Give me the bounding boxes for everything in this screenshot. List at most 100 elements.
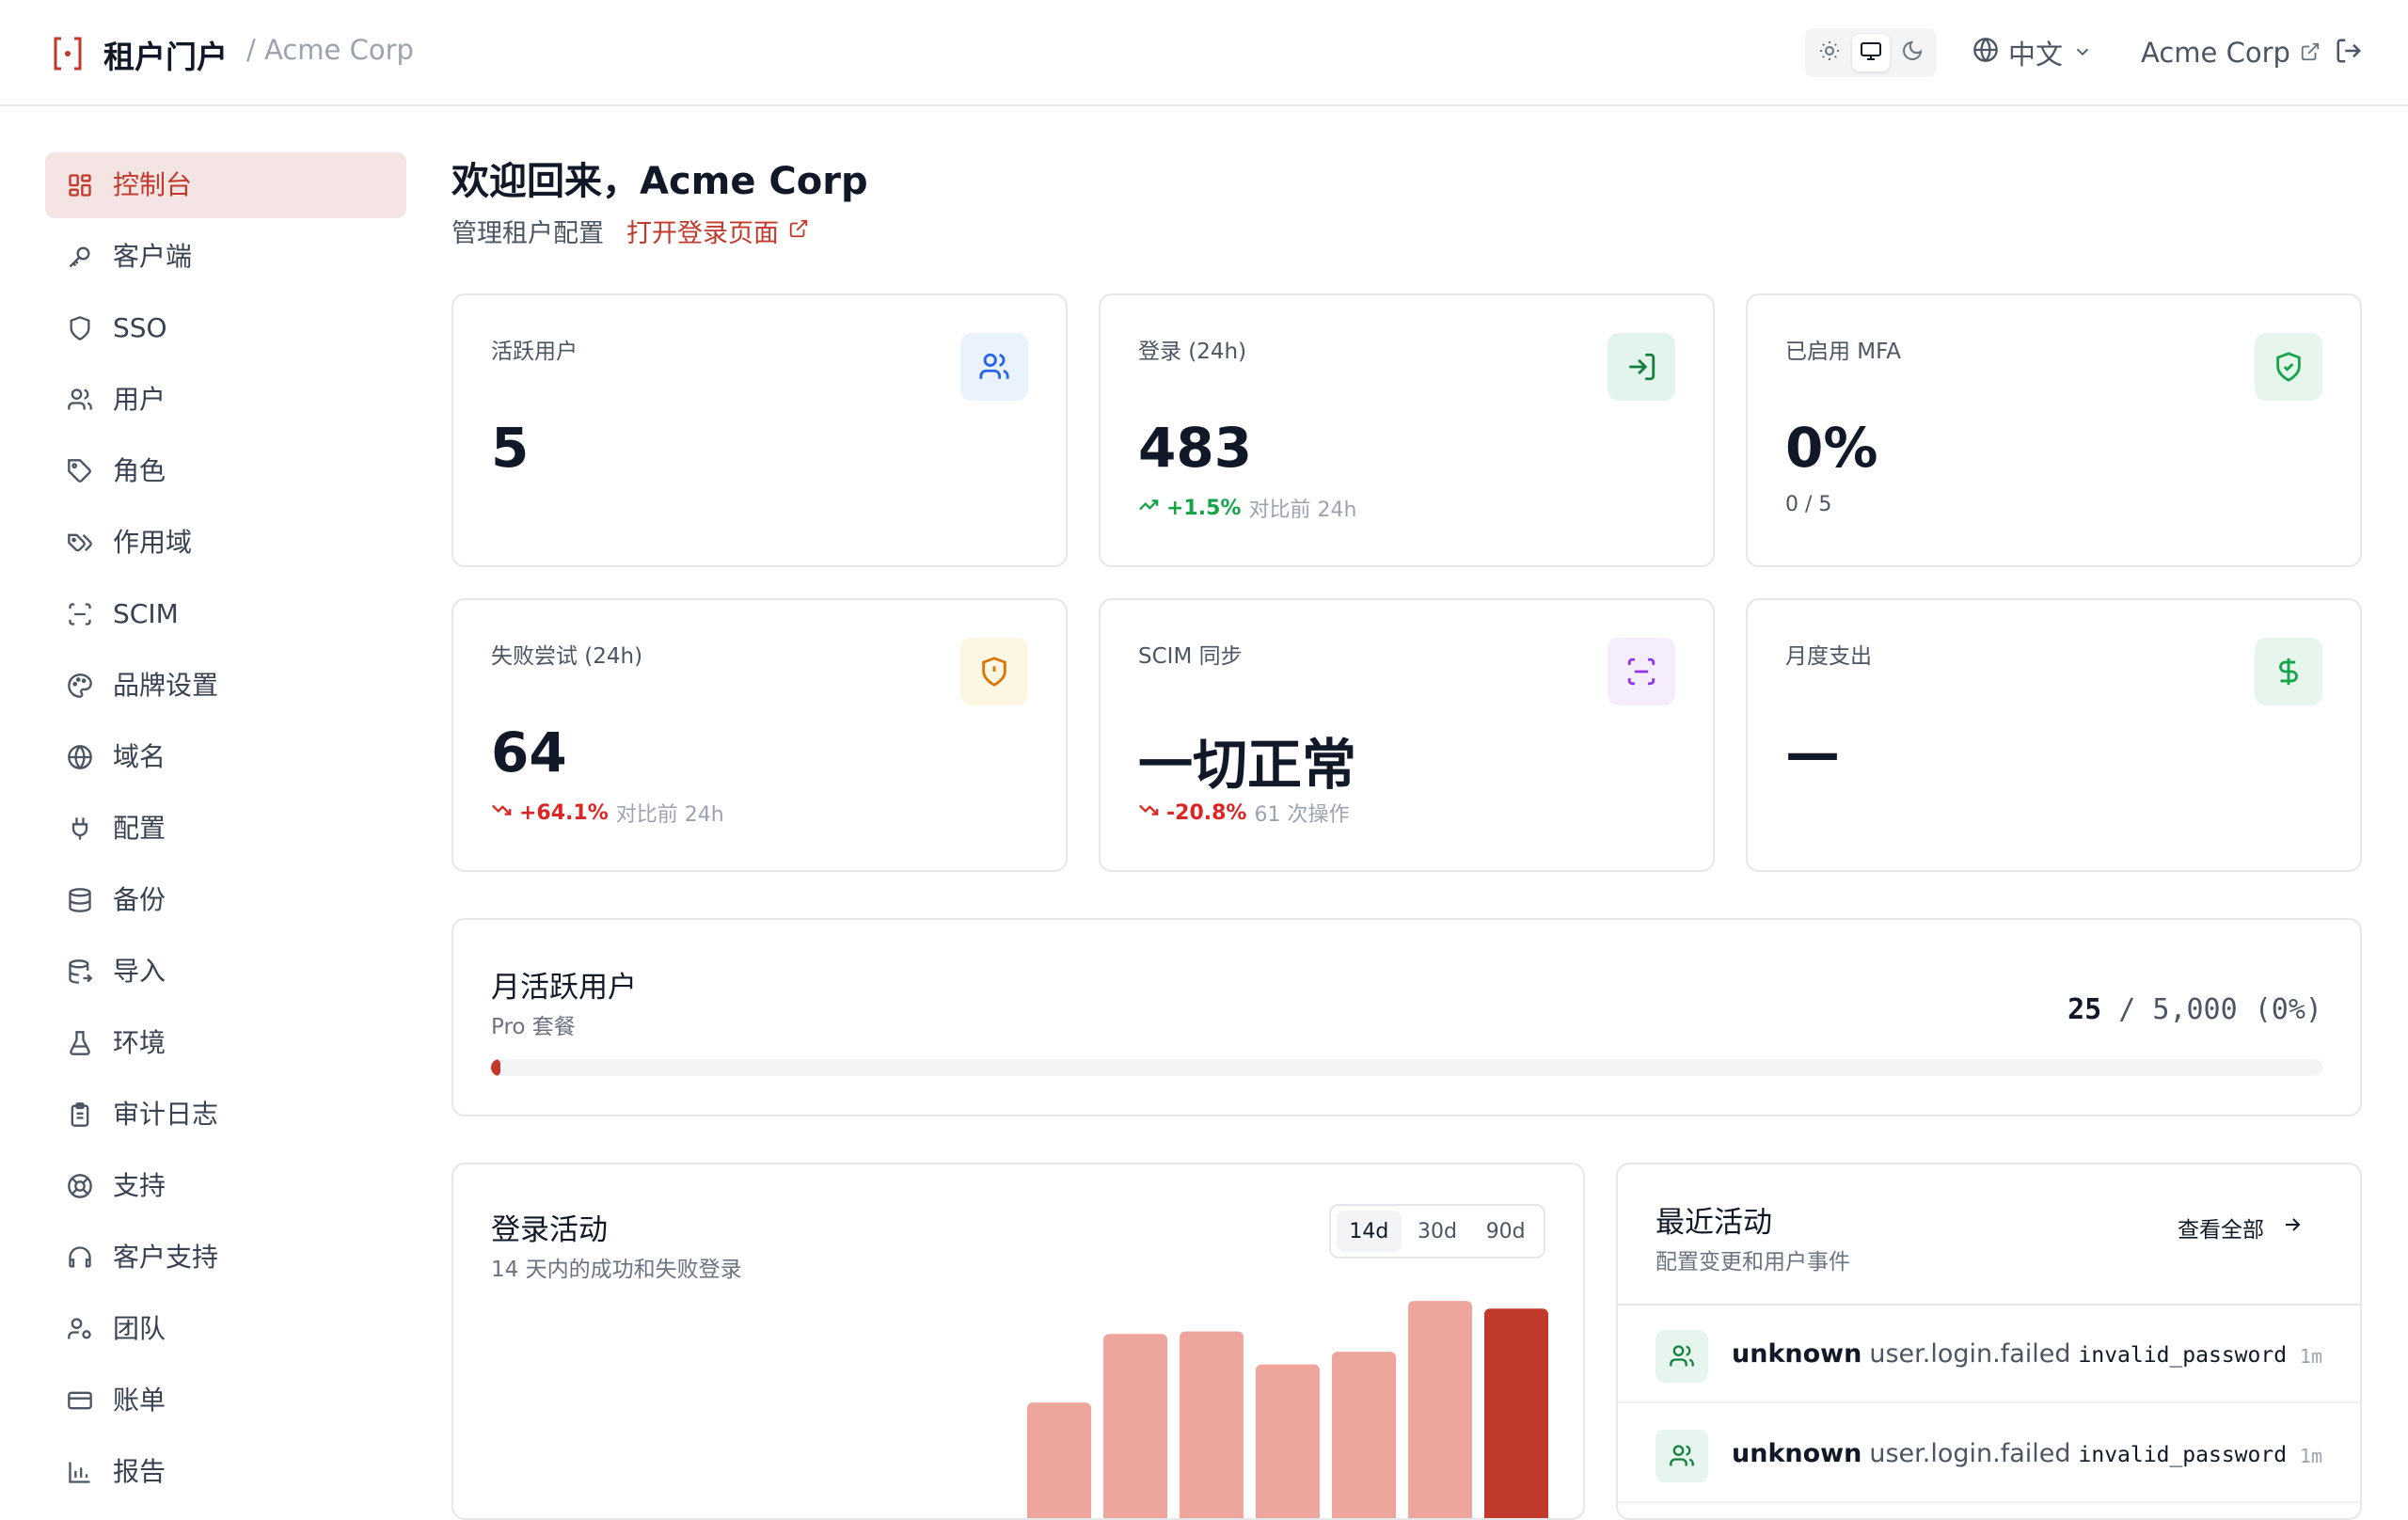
stat-label: 活跃用户 <box>491 333 578 365</box>
range-tabs: 14d 30d 90d <box>1329 1204 1545 1259</box>
sidebar-item-users[interactable]: 用户 <box>45 367 406 433</box>
chart-bar <box>1332 1352 1396 1520</box>
view-all-link[interactable]: 查看全部 <box>2178 1211 2304 1243</box>
stat-trend: -20.8% 61 次操作 <box>1138 798 1349 828</box>
sidebar-item-label: 角色 <box>113 455 166 487</box>
sidebar-item-customer-support[interactable]: 客户支持 <box>45 1225 406 1290</box>
sidebar-item-label: 用户 <box>113 384 166 416</box>
globe-icon <box>1972 37 1999 70</box>
event-action: user.login.failed <box>1869 1439 2070 1468</box>
lifebuoy-icon <box>65 1171 95 1201</box>
chart-bar <box>1256 1365 1320 1520</box>
sidebar-item-label: SSO <box>113 312 167 344</box>
headset-icon <box>65 1243 95 1273</box>
event-time: 1m <box>2300 1445 2322 1467</box>
sidebar-item-scopes[interactable]: 作用域 <box>45 510 406 576</box>
open-login-page-link[interactable]: 打开登录页面 <box>626 213 809 249</box>
sidebar-item-dashboard[interactable]: 控制台 <box>45 152 406 218</box>
stat-card-mfa-enabled: 已启用 MFA 0% 0 / 5 <box>1746 293 2362 567</box>
globe-icon <box>65 742 95 772</box>
sidebar-item-label: 控制台 <box>113 169 192 201</box>
tag-icon <box>65 456 95 486</box>
sidebar-item-domains[interactable]: 域名 <box>45 724 406 790</box>
theme-toggle <box>1805 28 1937 77</box>
tab-30d[interactable]: 30d <box>1405 1211 1470 1252</box>
mau-progress-bar <box>491 1059 2322 1076</box>
monthly-active-users-card: 月活跃用户 Pro 套餐 25 / 5,000 (0%) <box>452 918 2362 1116</box>
user-cog-icon <box>65 1314 95 1344</box>
mau-used: 25 <box>2067 993 2101 1026</box>
sidebar-item-reports[interactable]: 报告 <box>45 1439 406 1505</box>
sidebar-item-label: 品牌设置 <box>113 670 218 702</box>
event-time: 1m <box>2300 1345 2322 1368</box>
activity-event-row[interactable]: unknown user.login.failed invalid_passwo… <box>1618 1306 2360 1403</box>
sidebar-item-roles[interactable]: 角色 <box>45 438 406 504</box>
dollar-icon <box>2255 638 2322 705</box>
page-title: 欢迎回来，Acme Corp <box>452 150 868 205</box>
shield-icon <box>65 313 95 343</box>
stat-sub: 0 / 5 <box>1785 493 1831 516</box>
activity-event-row[interactable]: unknown user.login.failed invalid_passwo… <box>1618 1405 2360 1503</box>
users-icon <box>960 333 1028 401</box>
external-link-icon <box>2300 37 2321 69</box>
sidebar-item-label: 账单 <box>113 1385 166 1417</box>
sidebar-item-import[interactable]: 导入 <box>45 939 406 1005</box>
sidebar-item-label: 审计日志 <box>113 1099 218 1131</box>
login-icon <box>1608 333 1675 401</box>
arrow-right-icon <box>2281 1213 2304 1242</box>
trend-note: 61 次操作 <box>1254 798 1349 828</box>
stat-card-active-users: 活跃用户 5 <box>452 293 1068 567</box>
sidebar-item-label: 备份 <box>113 884 166 916</box>
shield-alert-icon <box>960 638 1028 705</box>
stat-card-logins-24h: 登录 (24h) 483 +1.5% 对比前 24h <box>1099 293 1715 567</box>
sidebar-item-label: 报告 <box>113 1456 166 1488</box>
sidebar-item-support[interactable]: 支持 <box>45 1153 406 1219</box>
database-import-icon <box>65 957 95 987</box>
event-actor: unknown <box>1732 1339 1861 1369</box>
recent-subtitle: 配置变更和用户事件 <box>1656 1243 1850 1275</box>
event-actor: unknown <box>1732 1439 1861 1468</box>
shield-check-icon <box>2255 333 2322 401</box>
trend-down-icon <box>491 800 512 826</box>
stat-trend: +1.5% 对比前 24h <box>1138 493 1356 523</box>
view-all-label: 查看全部 <box>2178 1211 2264 1243</box>
stat-value: — <box>1785 720 1840 784</box>
sidebar-item-branding[interactable]: 品牌设置 <box>45 653 406 719</box>
logout-button[interactable] <box>2330 34 2368 71</box>
sidebar-item-sso[interactable]: SSO <box>45 295 406 361</box>
language-label: 中文 <box>2008 33 2063 72</box>
login-link-label: 打开登录页面 <box>626 213 779 249</box>
sidebar-item-backup[interactable]: 备份 <box>45 867 406 933</box>
event-action: user.login.failed <box>1869 1339 2070 1369</box>
theme-dark-button[interactable] <box>1893 34 1931 71</box>
sidebar-item-label: 环境 <box>113 1027 166 1059</box>
sidebar-item-audit-log[interactable]: 审计日志 <box>45 1082 406 1148</box>
login-activity-card: 登录活动 14 天内的成功和失败登录 14d 30d 90d <box>452 1163 1585 1520</box>
recent-title: 最近活动 <box>1656 1198 1772 1241</box>
chart-bar <box>1484 1308 1548 1520</box>
chart-title: 登录活动 <box>491 1206 608 1248</box>
event-text: unknown user.login.failed invalid_passwo… <box>1732 1439 2287 1468</box>
stat-card-failed-attempts: 失败尝试 (24h) 64 +64.1% 对比前 24h <box>452 598 1068 872</box>
sidebar-item-scim[interactable]: SCIM <box>45 581 406 647</box>
stat-value: 0% <box>1785 416 1877 480</box>
tab-90d[interactable]: 90d <box>1473 1211 1538 1252</box>
sidebar-item-clients[interactable]: 客户端 <box>45 224 406 290</box>
sidebar-item-billing[interactable]: 账单 <box>45 1368 406 1433</box>
trend-up-icon <box>1138 495 1159 521</box>
sidebar-item-team[interactable]: 团队 <box>45 1296 406 1362</box>
chart-bar <box>1180 1332 1244 1520</box>
theme-system-button[interactable] <box>1852 34 1890 71</box>
mau-plan: Pro 套餐 <box>491 1008 576 1040</box>
tab-14d[interactable]: 14d <box>1337 1211 1402 1252</box>
chart-bar <box>1027 1402 1091 1520</box>
stat-label: 已启用 MFA <box>1785 333 1901 365</box>
language-selector[interactable]: 中文 <box>1972 31 2093 74</box>
logout-icon <box>2335 37 2363 69</box>
sidebar-item-config[interactable]: 配置 <box>45 796 406 862</box>
sidebar-item-environment[interactable]: 环境 <box>45 1010 406 1076</box>
stat-label: 登录 (24h) <box>1138 333 1246 365</box>
theme-light-button[interactable] <box>1811 34 1848 71</box>
tenant-external-link[interactable]: Acme Corp <box>2141 31 2321 74</box>
flask-icon <box>65 1028 95 1058</box>
